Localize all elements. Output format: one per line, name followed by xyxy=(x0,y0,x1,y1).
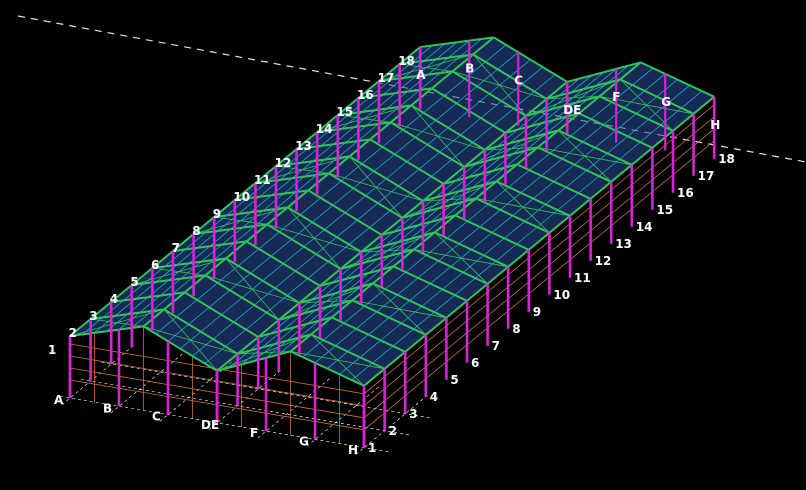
grid-label-frame-3: 3 xyxy=(89,309,97,323)
grid-label-right-frame-4: 4 xyxy=(430,390,438,404)
grid-label-back-c: C xyxy=(514,73,523,87)
grid-label-back-g: G xyxy=(661,95,671,109)
grid-label-frame-13: 13 xyxy=(295,139,312,153)
grid-label-frame-9: 9 xyxy=(213,207,221,221)
ground-grid-line xyxy=(80,378,410,436)
grid-label-right-frame-11: 11 xyxy=(574,271,591,285)
grid-label-right-frame-10: 10 xyxy=(553,288,570,302)
grid-label-g: G xyxy=(299,435,309,449)
grid-label-right-frame-13: 13 xyxy=(615,237,632,251)
grid-label-right-frame-5: 5 xyxy=(450,373,458,387)
grid-label-right-frame-15: 15 xyxy=(656,203,673,217)
grid-label-right-frame-7: 7 xyxy=(492,339,500,353)
grid-label-right-frame-3: 3 xyxy=(409,407,417,421)
grid-label-back-de: DE xyxy=(563,103,581,117)
grid-label-f: F xyxy=(250,426,258,440)
grid-label-a: A xyxy=(54,393,64,407)
grid-label-back-f: F xyxy=(612,90,620,104)
grid-label-h: H xyxy=(348,443,358,457)
ground-grid-line xyxy=(208,368,284,430)
grid-label-right-frame-6: 6 xyxy=(471,356,479,370)
grid-label-right-frame-18: 18 xyxy=(718,152,735,166)
grid-label-de: DE xyxy=(201,418,219,432)
grid-label-right-frame-14: 14 xyxy=(636,220,653,234)
grid-label-frame-14: 14 xyxy=(316,122,333,136)
grid-label-frame-15: 15 xyxy=(336,105,353,119)
grid-label-right-frame-1: 1 xyxy=(368,441,376,455)
ground-grid-line xyxy=(61,343,137,406)
grid-label-right-frame-16: 16 xyxy=(677,186,694,200)
grid-label-frame-4: 4 xyxy=(110,292,118,306)
grid-label-b: B xyxy=(103,401,112,415)
grid-label-frame-5: 5 xyxy=(130,275,138,289)
grid-label-frame-12: 12 xyxy=(275,156,292,170)
grid-label-back-h: H xyxy=(710,118,720,132)
grid-label-frame-18: 18 xyxy=(398,54,415,68)
grid-label-right-frame-8: 8 xyxy=(512,322,520,336)
grid-label-right-frame-17: 17 xyxy=(698,169,715,183)
grid-label-right-frame-9: 9 xyxy=(533,305,541,319)
ground-grid-line xyxy=(257,376,333,439)
ground-grid-line xyxy=(306,384,382,447)
grid-label-right-frame-12: 12 xyxy=(595,254,612,268)
grid-label-frame-16: 16 xyxy=(357,88,374,102)
grid-label-back-b: B xyxy=(465,62,474,76)
grid-label-frame-6: 6 xyxy=(151,258,159,272)
grid-label-frame-1: 1 xyxy=(48,343,56,357)
grid-label-c: C xyxy=(152,410,161,424)
ground-grid-line xyxy=(110,351,186,414)
grid-label-frame-7: 7 xyxy=(172,241,180,255)
grid-label-frame-11: 11 xyxy=(254,173,271,187)
grid-label-frame-2: 2 xyxy=(69,326,77,340)
grid-label-frame-17: 17 xyxy=(378,71,395,85)
grid-label-frame-8: 8 xyxy=(192,224,200,238)
grid-label-frame-10: 10 xyxy=(233,190,250,204)
cad-3d-viewport[interactable]: A B C DE F G H A B C DE F G H 1 2 3 4 5 6 7 8 9 10 11 12 13 14 15 16 1… xyxy=(0,0,806,490)
grid-label-back-a: A xyxy=(416,68,426,82)
grid-label-right-frame-2: 2 xyxy=(389,424,397,438)
structural-frame-isometric-view: ABCDEFGHA BCDEF GH123456789101112131415161… xyxy=(17,15,806,457)
